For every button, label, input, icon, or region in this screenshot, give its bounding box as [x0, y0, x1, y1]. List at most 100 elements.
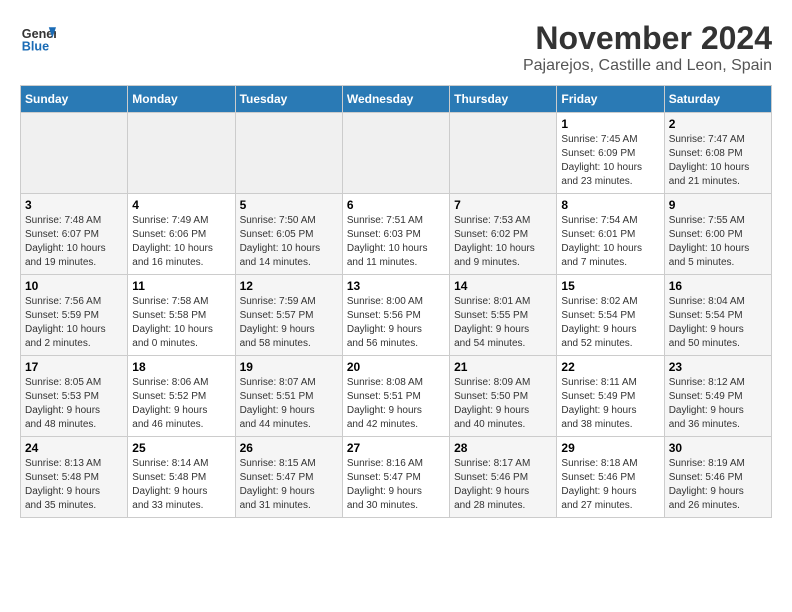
day-number: 8 [561, 198, 659, 212]
calendar-cell: 2 Sunrise: 7:47 AM Sunset: 6:08 PM Daylig… [664, 113, 771, 194]
day-number: 17 [25, 360, 123, 374]
calendar-cell [450, 113, 557, 194]
day-info: Sunrise: 8:09 AM Sunset: 5:50 PM Dayligh… [454, 376, 552, 432]
calendar-cell: 3 Sunrise: 7:48 AM Sunset: 6:07 PM Daylig… [21, 194, 128, 275]
day-info: Sunrise: 8:06 AM Sunset: 5:52 PM Dayligh… [132, 376, 230, 432]
day-info: Sunrise: 7:54 AM Sunset: 6:01 PM Dayligh… [561, 214, 659, 270]
day-number: 24 [25, 441, 123, 455]
calendar-table: SundayMondayTuesdayWednesdayThursdayFrid… [20, 85, 772, 518]
calendar-cell: 5 Sunrise: 7:50 AM Sunset: 6:05 PM Daylig… [235, 194, 342, 275]
day-number: 28 [454, 441, 552, 455]
day-info: Sunrise: 7:47 AM Sunset: 6:08 PM Dayligh… [669, 133, 767, 189]
day-info: Sunrise: 7:59 AM Sunset: 5:57 PM Dayligh… [240, 295, 338, 351]
day-info: Sunrise: 7:56 AM Sunset: 5:59 PM Dayligh… [25, 295, 123, 351]
day-info: Sunrise: 8:12 AM Sunset: 5:49 PM Dayligh… [669, 376, 767, 432]
calendar-cell: 1 Sunrise: 7:45 AM Sunset: 6:09 PM Daylig… [557, 113, 664, 194]
calendar-week-row: 24 Sunrise: 8:13 AM Sunset: 5:48 PM Dayli… [21, 437, 772, 518]
day-number: 19 [240, 360, 338, 374]
day-number: 7 [454, 198, 552, 212]
calendar-cell [128, 113, 235, 194]
weekday-header: Friday [557, 86, 664, 113]
day-info: Sunrise: 7:48 AM Sunset: 6:07 PM Dayligh… [25, 214, 123, 270]
day-number: 30 [669, 441, 767, 455]
day-info: Sunrise: 8:17 AM Sunset: 5:46 PM Dayligh… [454, 457, 552, 513]
day-info: Sunrise: 7:58 AM Sunset: 5:58 PM Dayligh… [132, 295, 230, 351]
day-info: Sunrise: 8:07 AM Sunset: 5:51 PM Dayligh… [240, 376, 338, 432]
day-number: 25 [132, 441, 230, 455]
calendar-cell: 14Sunrise: 8:01 AM Sunset: 5:55 PM Dayli… [450, 275, 557, 356]
weekday-header-row: SundayMondayTuesdayWednesdayThursdayFrid… [21, 86, 772, 113]
calendar-cell: 6 Sunrise: 7:51 AM Sunset: 6:03 PM Daylig… [342, 194, 449, 275]
calendar-week-row: 17 Sunrise: 8:05 AM Sunset: 5:53 PM Dayli… [21, 356, 772, 437]
weekday-header: Saturday [664, 86, 771, 113]
calendar-cell: 11 Sunrise: 7:58 AM Sunset: 5:58 PM Dayli… [128, 275, 235, 356]
calendar-cell: 21 Sunrise: 8:09 AM Sunset: 5:50 PM Dayli… [450, 356, 557, 437]
calendar-cell [235, 113, 342, 194]
day-number: 12 [240, 279, 338, 293]
day-number: 9 [669, 198, 767, 212]
calendar-week-row: 1 Sunrise: 7:45 AM Sunset: 6:09 PM Daylig… [21, 113, 772, 194]
day-number: 20 [347, 360, 445, 374]
logo: General Blue [20, 20, 56, 56]
day-info: Sunrise: 8:14 AM Sunset: 5:48 PM Dayligh… [132, 457, 230, 513]
calendar-cell: 18 Sunrise: 8:06 AM Sunset: 5:52 PM Dayli… [128, 356, 235, 437]
day-number: 16 [669, 279, 767, 293]
day-number: 6 [347, 198, 445, 212]
calendar-cell [21, 113, 128, 194]
day-info: Sunrise: 7:53 AM Sunset: 6:02 PM Dayligh… [454, 214, 552, 270]
month-title: November 2024 [523, 20, 772, 57]
day-info: Sunrise: 8:11 AM Sunset: 5:49 PM Dayligh… [561, 376, 659, 432]
day-number: 14 [454, 279, 552, 293]
day-info: Sunrise: 7:51 AM Sunset: 6:03 PM Dayligh… [347, 214, 445, 270]
day-info: Sunrise: 8:16 AM Sunset: 5:47 PM Dayligh… [347, 457, 445, 513]
calendar-cell [342, 113, 449, 194]
calendar-cell: 28 Sunrise: 8:17 AM Sunset: 5:46 PM Dayli… [450, 437, 557, 518]
calendar-cell: 15Sunrise: 8:02 AM Sunset: 5:54 PM Dayli… [557, 275, 664, 356]
weekday-header: Sunday [21, 86, 128, 113]
calendar-cell: 9Sunrise: 7:55 AM Sunset: 6:00 PM Daylig… [664, 194, 771, 275]
calendar-cell: 13 Sunrise: 8:00 AM Sunset: 5:56 PM Dayli… [342, 275, 449, 356]
day-number: 1 [561, 117, 659, 131]
calendar-cell: 7 Sunrise: 7:53 AM Sunset: 6:02 PM Daylig… [450, 194, 557, 275]
day-number: 18 [132, 360, 230, 374]
day-info: Sunrise: 8:04 AM Sunset: 5:54 PM Dayligh… [669, 295, 767, 351]
day-number: 4 [132, 198, 230, 212]
calendar-week-row: 3 Sunrise: 7:48 AM Sunset: 6:07 PM Daylig… [21, 194, 772, 275]
day-info: Sunrise: 8:08 AM Sunset: 5:51 PM Dayligh… [347, 376, 445, 432]
calendar-week-row: 10Sunrise: 7:56 AM Sunset: 5:59 PM Dayli… [21, 275, 772, 356]
day-info: Sunrise: 8:19 AM Sunset: 5:46 PM Dayligh… [669, 457, 767, 513]
calendar-cell: 4Sunrise: 7:49 AM Sunset: 6:06 PM Daylig… [128, 194, 235, 275]
calendar-cell: 10Sunrise: 7:56 AM Sunset: 5:59 PM Dayli… [21, 275, 128, 356]
day-number: 29 [561, 441, 659, 455]
day-number: 26 [240, 441, 338, 455]
calendar-cell: 25 Sunrise: 8:14 AM Sunset: 5:48 PM Dayli… [128, 437, 235, 518]
day-number: 11 [132, 279, 230, 293]
calendar-cell: 22Sunrise: 8:11 AM Sunset: 5:49 PM Dayli… [557, 356, 664, 437]
day-info: Sunrise: 7:45 AM Sunset: 6:09 PM Dayligh… [561, 133, 659, 189]
weekday-header: Monday [128, 86, 235, 113]
day-info: Sunrise: 8:05 AM Sunset: 5:53 PM Dayligh… [25, 376, 123, 432]
calendar-cell: 16 Sunrise: 8:04 AM Sunset: 5:54 PM Dayli… [664, 275, 771, 356]
page-header: General Blue November 2024 Pajarejos, Ca… [20, 20, 772, 75]
day-number: 23 [669, 360, 767, 374]
day-number: 21 [454, 360, 552, 374]
day-info: Sunrise: 8:15 AM Sunset: 5:47 PM Dayligh… [240, 457, 338, 513]
weekday-header: Tuesday [235, 86, 342, 113]
logo-icon: General Blue [20, 20, 56, 56]
day-number: 2 [669, 117, 767, 131]
day-number: 27 [347, 441, 445, 455]
day-info: Sunrise: 7:50 AM Sunset: 6:05 PM Dayligh… [240, 214, 338, 270]
day-info: Sunrise: 8:13 AM Sunset: 5:48 PM Dayligh… [25, 457, 123, 513]
location-title: Pajarejos, Castille and Leon, Spain [523, 57, 772, 75]
calendar-cell: 19 Sunrise: 8:07 AM Sunset: 5:51 PM Dayli… [235, 356, 342, 437]
calendar-cell: 26 Sunrise: 8:15 AM Sunset: 5:47 PM Dayli… [235, 437, 342, 518]
day-number: 5 [240, 198, 338, 212]
weekday-header: Wednesday [342, 86, 449, 113]
calendar-cell: 27 Sunrise: 8:16 AM Sunset: 5:47 PM Dayli… [342, 437, 449, 518]
day-number: 3 [25, 198, 123, 212]
day-info: Sunrise: 8:00 AM Sunset: 5:56 PM Dayligh… [347, 295, 445, 351]
calendar-cell: 20 Sunrise: 8:08 AM Sunset: 5:51 PM Dayli… [342, 356, 449, 437]
day-number: 13 [347, 279, 445, 293]
calendar-cell: 23 Sunrise: 8:12 AM Sunset: 5:49 PM Dayli… [664, 356, 771, 437]
calendar-cell: 24 Sunrise: 8:13 AM Sunset: 5:48 PM Dayli… [21, 437, 128, 518]
